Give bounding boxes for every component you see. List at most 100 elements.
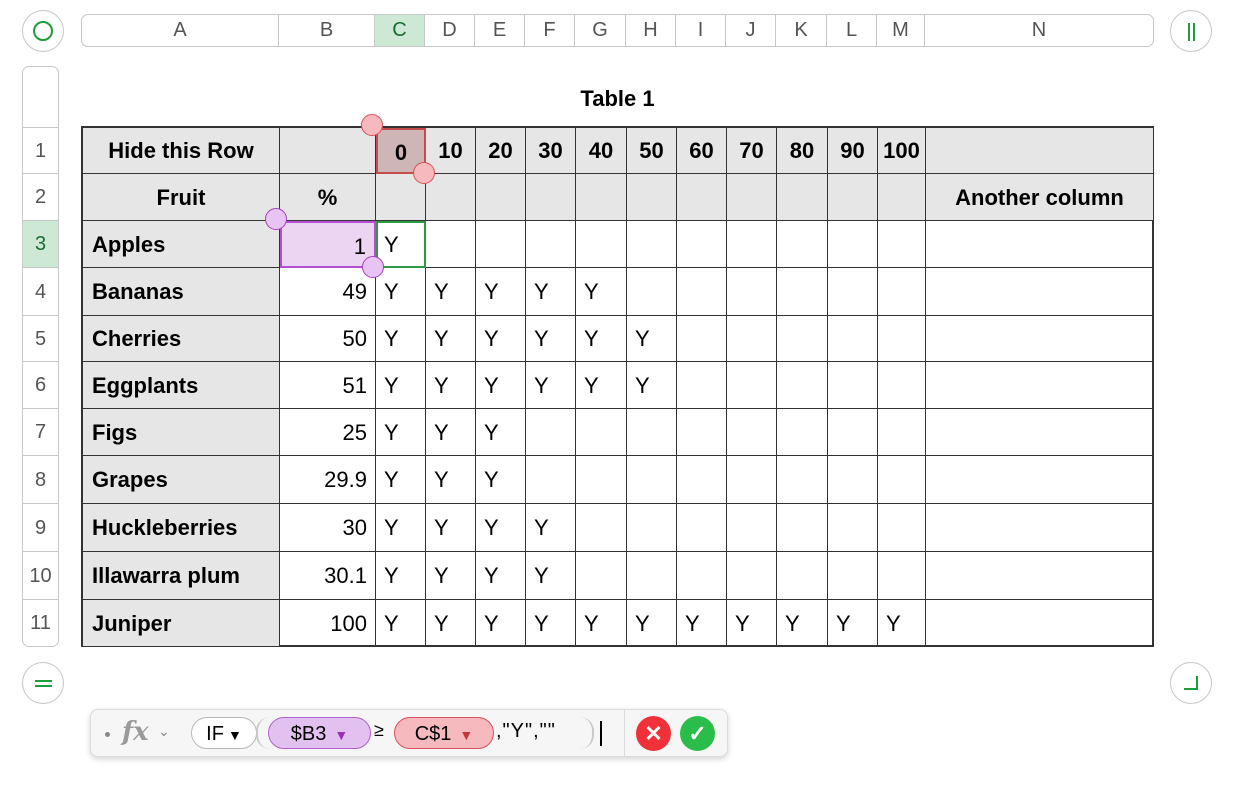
cell-mark[interactable]: Y (476, 504, 526, 552)
cell-mark[interactable]: Y (777, 600, 828, 647)
cell-mark[interactable] (727, 552, 777, 600)
cell-mark[interactable]: Y (476, 409, 526, 456)
cell-mark[interactable]: Y (376, 504, 426, 552)
cell-mark[interactable]: Y (376, 268, 426, 316)
cell-mark[interactable] (878, 316, 926, 362)
cell-mark[interactable]: Y (376, 409, 426, 456)
cell-mark[interactable] (677, 268, 727, 316)
cell-mark[interactable] (627, 504, 677, 552)
row-header-4[interactable]: 4 (23, 267, 58, 315)
cell-mark[interactable]: Y (576, 268, 627, 316)
cell-mark[interactable]: Y (627, 316, 677, 362)
cell-mark[interactable]: Y (426, 409, 476, 456)
cell-mark[interactable] (476, 221, 526, 268)
cell-pct[interactable]: 50 (280, 316, 376, 362)
reference-token-b3[interactable]: $B3 ▼ (268, 717, 371, 749)
cell-mark[interactable] (878, 504, 926, 552)
cell-mark[interactable]: Y (476, 600, 526, 647)
cell-header-empty[interactable] (426, 174, 476, 221)
cell-another[interactable] (926, 362, 1154, 409)
cell-mark[interactable]: Y (426, 362, 476, 409)
cell-mark[interactable]: Y (476, 362, 526, 409)
cell-fruit[interactable]: Huckleberries (83, 504, 280, 552)
cell-mark[interactable] (777, 456, 828, 504)
cell-threshold[interactable]: 20 (476, 128, 526, 174)
cell-mark[interactable] (576, 221, 627, 268)
cell-fruit[interactable]: Apples (83, 221, 280, 268)
column-header-c[interactable]: C (375, 15, 425, 46)
cell-mark[interactable] (727, 456, 777, 504)
cell-mark[interactable] (878, 221, 926, 268)
cell-mark[interactable]: Y (426, 456, 476, 504)
reference-handle-bottom[interactable] (413, 162, 435, 184)
cell-mark[interactable]: Y (526, 362, 576, 409)
reference-token-c1[interactable]: C$1 ▼ (394, 717, 494, 749)
cell-mark[interactable]: Y (526, 268, 576, 316)
cell-mark[interactable] (777, 268, 828, 316)
row-header-10[interactable]: 10 (23, 551, 58, 599)
cell-mark[interactable] (677, 316, 727, 362)
cell-mark[interactable]: Y (376, 552, 426, 600)
cell-mark[interactable]: Y (376, 456, 426, 504)
cell-pct[interactable]: 51 (280, 362, 376, 409)
cell-threshold[interactable]: 50 (627, 128, 677, 174)
row-header-3[interactable]: 3 (23, 220, 58, 267)
cell-mark[interactable] (627, 552, 677, 600)
cell-threshold[interactable]: 100 (878, 128, 926, 174)
cell-mark[interactable]: Y (828, 600, 878, 647)
cell-mark[interactable] (878, 552, 926, 600)
cell-pct[interactable]: 49 (280, 268, 376, 316)
cell-header-empty[interactable] (526, 174, 576, 221)
cell-threshold[interactable]: 40 (576, 128, 627, 174)
cell-fruit-header[interactable]: Fruit (83, 174, 280, 221)
cell-mark[interactable] (526, 409, 576, 456)
cell-mark[interactable]: Y (526, 552, 576, 600)
drag-handle-icon[interactable] (105, 732, 110, 737)
column-header-e[interactable]: E (475, 15, 525, 46)
cell-fruit[interactable]: Eggplants (83, 362, 280, 409)
cell-another-header[interactable]: Another column (926, 174, 1154, 221)
cell-mark[interactable]: Y (476, 268, 526, 316)
column-header-k[interactable]: K (776, 15, 827, 46)
cell-header-empty[interactable] (627, 174, 677, 221)
row-header-2[interactable]: 2 (23, 173, 58, 220)
cell-mark[interactable] (878, 268, 926, 316)
cell-mark[interactable]: Y (576, 316, 627, 362)
cell-mark[interactable] (526, 221, 576, 268)
cell-mark[interactable] (777, 362, 828, 409)
cell-mark[interactable] (627, 268, 677, 316)
cell-mark[interactable] (828, 409, 878, 456)
column-header-g[interactable]: G (575, 15, 626, 46)
cell-mark[interactable] (677, 221, 727, 268)
freeze-columns-button[interactable] (1170, 10, 1212, 52)
cancel-icon[interactable]: ✕ (636, 716, 671, 751)
cell-mark[interactable] (828, 268, 878, 316)
cell-fruit[interactable]: Juniper (83, 600, 280, 647)
row-header-5[interactable]: 5 (23, 315, 58, 361)
cell-mark[interactable] (627, 221, 677, 268)
cell-mark[interactable] (727, 221, 777, 268)
cell-mark[interactable]: Y (426, 268, 476, 316)
reference-handle-top[interactable] (361, 114, 383, 136)
cell-header-empty[interactable] (677, 174, 727, 221)
cell-mark[interactable]: Y (677, 600, 727, 647)
column-header-b[interactable]: B (279, 15, 375, 46)
cell-threshold[interactable]: 30 (526, 128, 576, 174)
cell-mark[interactable]: Y (878, 600, 926, 647)
cell-pct[interactable]: 29.9 (280, 456, 376, 504)
select-all-button[interactable] (22, 10, 64, 52)
formula-tail-text[interactable]: ,"Y","" (496, 720, 556, 743)
row-header-11[interactable]: 11 (23, 599, 58, 646)
cell-mark[interactable] (727, 409, 777, 456)
cell-mark[interactable]: Y (426, 600, 476, 647)
cell-mark[interactable] (828, 504, 878, 552)
row-header-6[interactable]: 6 (23, 361, 58, 408)
cell-mark[interactable]: Y (426, 552, 476, 600)
fx-icon[interactable]: fx (122, 717, 149, 747)
cell-mark[interactable]: Y (376, 221, 426, 268)
row-header-9[interactable]: 9 (23, 503, 58, 551)
cell-mark[interactable] (576, 409, 627, 456)
function-token[interactable]: IF ▼ (191, 717, 257, 749)
cell-mark[interactable]: Y (426, 316, 476, 362)
cell-header-empty[interactable] (878, 174, 926, 221)
